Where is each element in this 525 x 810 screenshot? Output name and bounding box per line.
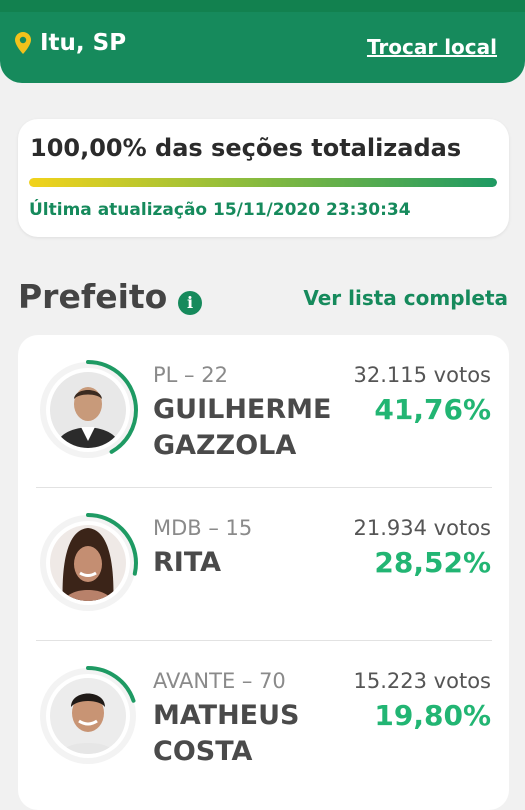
totalization-status-card: 100,00% das seções totalizadas Última at… xyxy=(18,119,509,237)
sections-totalized-text: 100,00% das seções totalizadas xyxy=(30,134,462,162)
candidate-name: GUILHERME GAZZOLA xyxy=(153,394,332,461)
candidate-avatar xyxy=(38,666,138,766)
location-city: Itu, SP xyxy=(40,30,127,56)
office-title: Prefeito xyxy=(18,277,168,316)
candidate-item[interactable]: AVANTE – 70 MATHEUS COSTA 15.223 votos 1… xyxy=(18,641,509,794)
candidate-item[interactable]: MDB – 15 RITA 21.934 votos 28,52% xyxy=(18,488,509,641)
candidate-party: PL – 22 xyxy=(153,363,228,387)
info-icon[interactable]: i xyxy=(178,291,202,315)
last-update-text: Última atualização 15/11/2020 23:30:34 xyxy=(29,200,411,220)
candidate-party: AVANTE – 70 xyxy=(153,669,286,693)
candidate-avatar xyxy=(38,360,138,460)
candidate-percent: 19,80% xyxy=(374,699,491,732)
candidate-party: MDB – 15 xyxy=(153,516,253,540)
candidate-avatar xyxy=(38,513,138,613)
header: Itu, SP Trocar local xyxy=(0,0,525,83)
candidates-card: PL – 22 GUILHERME GAZZOLA 32.115 votos 4… xyxy=(18,335,509,810)
candidate-name: MATHEUS COSTA xyxy=(153,700,300,767)
totalization-progress-bar xyxy=(29,178,497,187)
header-top-strip xyxy=(0,0,525,12)
totalization-progress-fill xyxy=(29,178,497,187)
candidate-votes: 32.115 votos xyxy=(353,363,491,387)
candidate-votes: 21.934 votos xyxy=(353,516,491,540)
location: Itu, SP xyxy=(14,30,126,56)
full-list-link[interactable]: Ver lista completa xyxy=(303,286,508,310)
candidate-percent: 28,52% xyxy=(374,546,491,579)
candidate-votes: 15.223 votos xyxy=(353,669,491,693)
location-pin-icon xyxy=(15,32,31,54)
candidate-item[interactable]: PL – 22 GUILHERME GAZZOLA 32.115 votos 4… xyxy=(18,335,509,488)
candidate-percent: 41,76% xyxy=(374,393,491,426)
change-location-link[interactable]: Trocar local xyxy=(367,35,497,59)
candidate-name: RITA xyxy=(153,547,222,578)
